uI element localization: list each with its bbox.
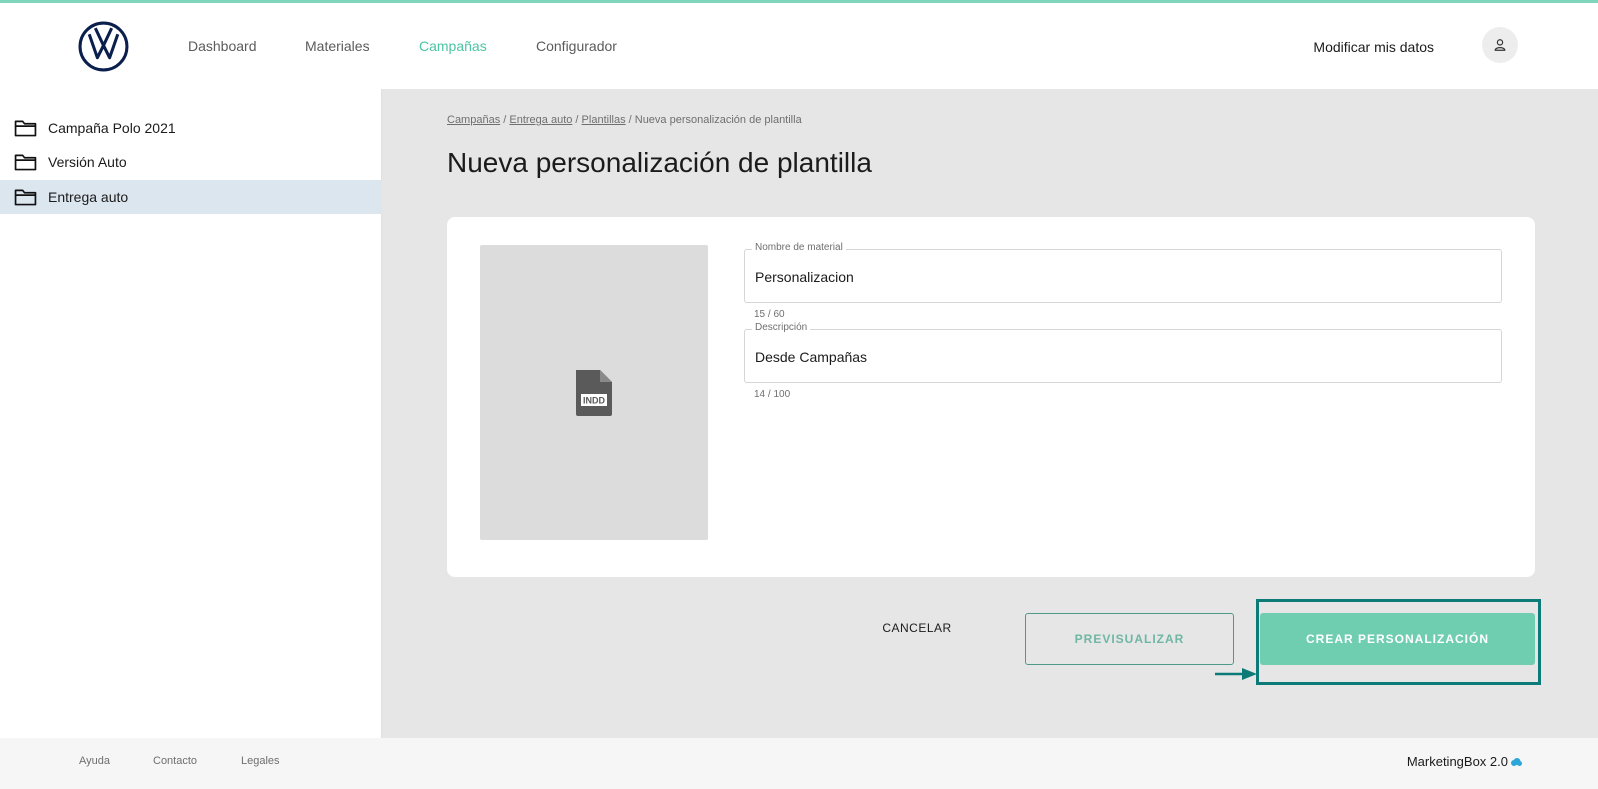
form-card: INDD Nombre de material 15 / 60 Descripc… (447, 217, 1535, 577)
campaign-sidebar: Campaña Polo 2021 Versión Auto Entrega a… (0, 89, 382, 738)
material-name-input[interactable] (755, 266, 1485, 288)
breadcrumb-separator: / (572, 114, 582, 126)
indd-file-icon: INDD (576, 369, 612, 416)
footer-link-ayuda[interactable]: Ayuda (79, 755, 110, 767)
breadcrumb-link-campanas[interactable]: Campañas (447, 114, 500, 126)
footer-link-contacto[interactable]: Contacto (153, 755, 197, 767)
template-thumbnail: INDD (480, 245, 708, 540)
sidebar-item-label: Campaña Polo 2021 (48, 120, 176, 136)
nav-campanas[interactable]: Campañas (419, 38, 487, 54)
footer-link-legales[interactable]: Legales (241, 755, 280, 767)
profile-button[interactable] (1482, 27, 1518, 63)
page-title: Nueva personalización de plantilla (447, 147, 872, 178)
arrow-right-icon (1215, 668, 1257, 680)
breadcrumb-current: Nueva personalización de plantilla (634, 114, 802, 126)
modify-profile-link[interactable]: Modificar mis datos (1313, 39, 1434, 55)
breadcrumb-link-plantillas[interactable]: Plantillas (582, 114, 626, 126)
sidebar-item-label: Entrega auto (48, 189, 129, 205)
brand-label: MarketingBox 2.0 (1407, 754, 1522, 769)
sidebar-item-version-auto[interactable]: Versión Auto (0, 145, 382, 179)
material-name-field[interactable]: Nombre de material (744, 242, 1502, 303)
create-personalization-button[interactable]: CREAR PERSONALIZACIÓN (1260, 613, 1535, 665)
sidebar-item-label: Versión Auto (48, 154, 127, 170)
breadcrumb-separator: / (500, 114, 510, 126)
description-field[interactable]: Descripción (744, 322, 1502, 383)
sidebar-item-entrega-auto[interactable]: Entrega auto (0, 180, 382, 214)
nav-configurador[interactable]: Configurador (536, 38, 617, 54)
main-content: Campañas / Entrega auto / Plantillas / N… (382, 89, 1598, 738)
folder-icon (14, 154, 37, 171)
material-name-label: Nombre de material (752, 242, 846, 253)
description-counter: 14 / 100 (754, 389, 791, 400)
breadcrumb: Campañas / Entrega auto / Plantillas / N… (447, 114, 802, 126)
description-label: Descripción (752, 322, 811, 333)
cancel-button[interactable]: CANCELAR (862, 616, 972, 640)
preview-button[interactable]: PREVISUALIZAR (1025, 613, 1234, 665)
description-input[interactable] (755, 346, 1485, 368)
file-type-label: INDD (583, 395, 605, 405)
top-header: Dashboard Materiales Campañas Configurad… (0, 3, 1598, 89)
sidebar-item-campana-polo-2021[interactable]: Campaña Polo 2021 (0, 111, 382, 145)
brand-name: MarketingBox 2.0 (1406, 754, 1508, 769)
material-name-counter: 15 / 60 (754, 309, 785, 320)
breadcrumb-separator: / (625, 114, 635, 126)
nav-materiales[interactable]: Materiales (305, 38, 370, 54)
cloud-icon (1511, 757, 1522, 766)
vw-logo-icon[interactable] (78, 21, 129, 72)
user-icon (1494, 39, 1506, 51)
folder-icon (14, 189, 37, 206)
nav-dashboard[interactable]: Dashboard (188, 38, 257, 54)
footer: Ayuda Contacto Legales MarketingBox 2.0 (0, 738, 1598, 789)
folder-icon (14, 120, 37, 137)
breadcrumb-link-entrega-auto[interactable]: Entrega auto (509, 114, 572, 126)
